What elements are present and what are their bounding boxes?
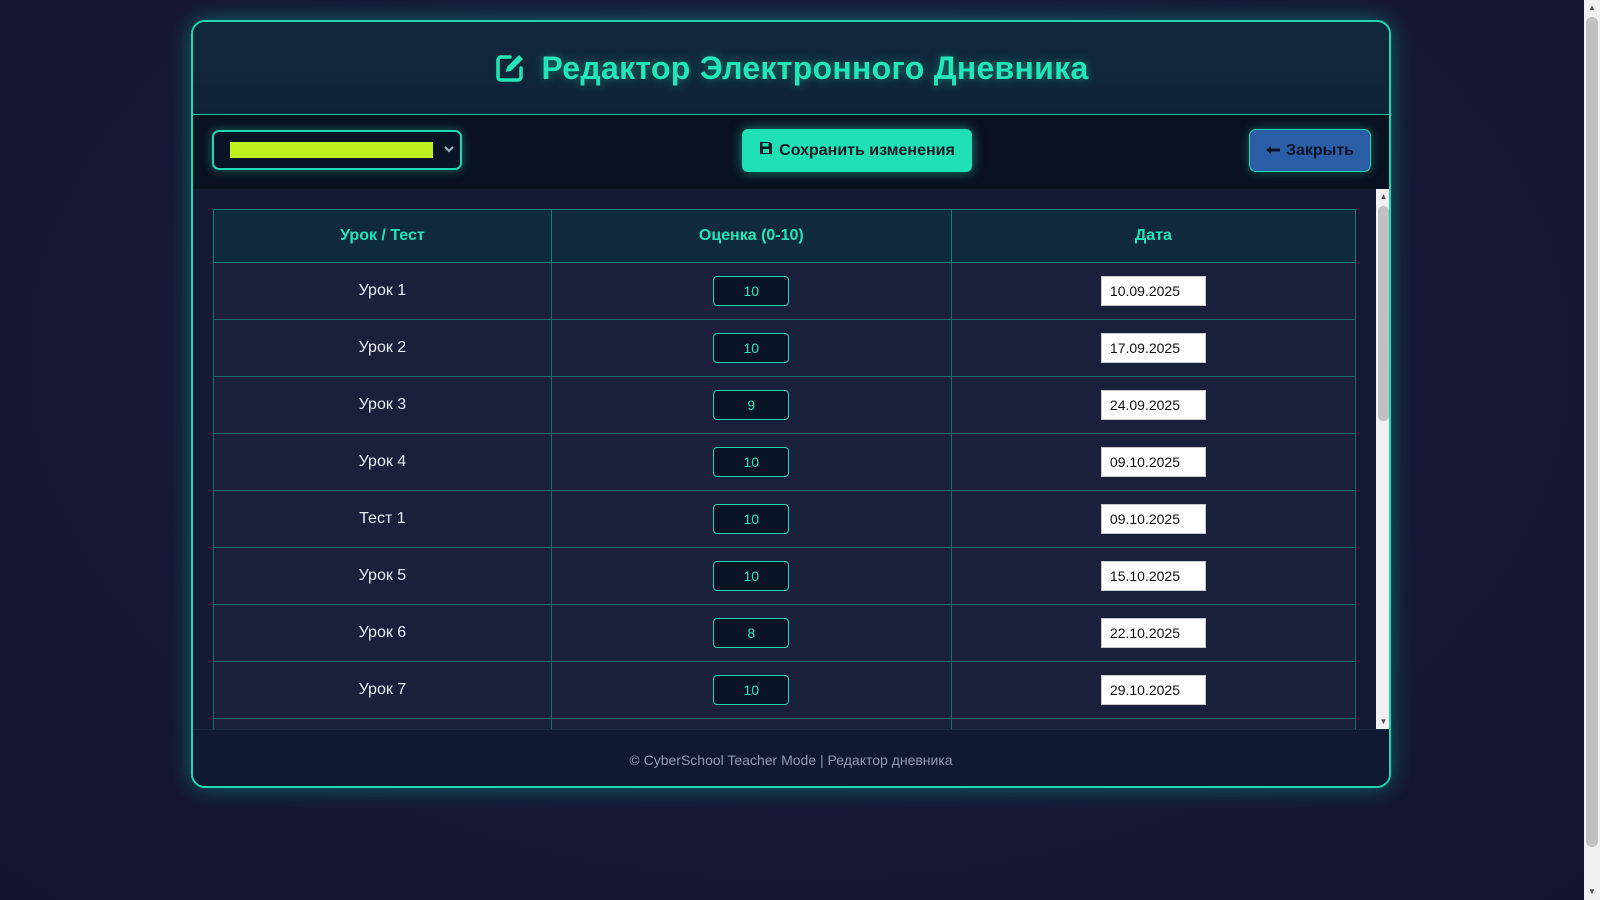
grade-input[interactable] bbox=[713, 333, 790, 363]
date-cell bbox=[950, 547, 1357, 605]
grade-input[interactable] bbox=[713, 276, 790, 306]
grades-table-scroll-area[interactable]: Урок / Тест Оценка (0-10) Дата Урок 1 Ур… bbox=[193, 189, 1389, 729]
student-select-value bbox=[230, 142, 433, 158]
close-button[interactable]: Закрыть bbox=[1249, 129, 1371, 172]
date-cell bbox=[950, 319, 1357, 377]
toolbar: Сохранить изменения Закрыть bbox=[193, 115, 1389, 189]
date-input[interactable] bbox=[1100, 276, 1206, 306]
page-title: Редактор Электронного Дневника bbox=[541, 49, 1089, 86]
date-cell bbox=[950, 490, 1357, 548]
lesson-cell: Урок 1 bbox=[213, 262, 552, 320]
grade-input[interactable] bbox=[713, 675, 790, 705]
page-scrollbar-thumb[interactable] bbox=[1586, 17, 1598, 847]
scroll-down-icon[interactable]: ▼ bbox=[1584, 884, 1600, 900]
lesson-cell bbox=[213, 718, 552, 729]
grade-cell bbox=[550, 376, 952, 434]
date-input[interactable] bbox=[1100, 618, 1206, 648]
table-row: Урок 6 bbox=[213, 604, 1357, 662]
page-scrollbar[interactable]: ▲ ▼ bbox=[1584, 0, 1600, 900]
chevron-down-icon bbox=[444, 144, 454, 157]
table-row: Урок 4 bbox=[213, 433, 1357, 491]
date-input[interactable] bbox=[1100, 447, 1206, 477]
table-row: Урок 3 bbox=[213, 376, 1357, 434]
table-header-row: Урок / Тест Оценка (0-10) Дата bbox=[213, 209, 1357, 263]
editor-header: Редактор Электронного Дневника bbox=[193, 22, 1389, 115]
floppy-disk-icon bbox=[759, 141, 773, 160]
date-input[interactable] bbox=[1100, 333, 1206, 363]
lesson-cell: Урок 6 bbox=[213, 604, 552, 662]
grade-cell bbox=[550, 604, 952, 662]
grade-cell bbox=[550, 661, 952, 719]
lesson-cell: Урок 4 bbox=[213, 433, 552, 491]
grade-input[interactable] bbox=[713, 561, 790, 591]
grade-cell bbox=[550, 319, 952, 377]
table-scrollbar[interactable]: ▲ ▼ bbox=[1376, 189, 1389, 729]
grades-table: Урок / Тест Оценка (0-10) Дата Урок 1 Ур… bbox=[213, 209, 1357, 729]
save-button[interactable]: Сохранить изменения bbox=[742, 129, 972, 172]
save-button-label: Сохранить изменения bbox=[779, 141, 955, 159]
table-scrollbar-thumb[interactable] bbox=[1378, 206, 1389, 421]
grade-cell bbox=[550, 433, 952, 491]
student-select[interactable] bbox=[212, 130, 462, 170]
table-row: Урок 1 bbox=[213, 262, 1357, 320]
lesson-cell: Урок 7 bbox=[213, 661, 552, 719]
date-input[interactable] bbox=[1100, 390, 1206, 420]
lesson-cell: Урок 5 bbox=[213, 547, 552, 605]
lesson-cell: Урок 3 bbox=[213, 376, 552, 434]
lesson-cell: Урок 2 bbox=[213, 319, 552, 377]
date-cell bbox=[950, 604, 1357, 662]
column-header-grade: Оценка (0-10) bbox=[550, 209, 952, 263]
grade-input[interactable] bbox=[713, 390, 790, 420]
date-cell bbox=[950, 262, 1357, 320]
table-row: Урок 2 bbox=[213, 319, 1357, 377]
column-header-lesson: Урок / Тест bbox=[213, 209, 552, 263]
scroll-up-icon[interactable]: ▲ bbox=[1376, 189, 1389, 204]
scroll-down-icon[interactable]: ▼ bbox=[1376, 714, 1389, 729]
edit-icon bbox=[493, 51, 527, 85]
grade-cell bbox=[550, 490, 952, 548]
diary-editor-panel: Редактор Электронного Дневника Сохранить… bbox=[191, 20, 1391, 788]
arrow-left-icon bbox=[1265, 142, 1280, 160]
grade-input[interactable] bbox=[713, 504, 790, 534]
date-cell bbox=[950, 433, 1357, 491]
grade-cell bbox=[550, 262, 952, 320]
date-input[interactable] bbox=[1100, 561, 1206, 591]
footer: © CyberSchool Teacher Mode | Редактор дн… bbox=[193, 729, 1389, 786]
table-row: Урок 5 bbox=[213, 547, 1357, 605]
grade-cell bbox=[550, 718, 952, 729]
date-input[interactable] bbox=[1100, 675, 1206, 705]
table-row: Тест 1 bbox=[213, 490, 1357, 548]
date-cell bbox=[950, 718, 1357, 729]
grade-cell bbox=[550, 547, 952, 605]
column-header-date: Дата bbox=[950, 209, 1357, 263]
table-row bbox=[213, 718, 1357, 729]
lesson-cell: Тест 1 bbox=[213, 490, 552, 548]
footer-text: © CyberSchool Teacher Mode | Редактор дн… bbox=[629, 751, 953, 768]
grade-input[interactable] bbox=[713, 447, 790, 477]
scroll-up-icon[interactable]: ▲ bbox=[1584, 0, 1600, 16]
table-row: Урок 7 bbox=[213, 661, 1357, 719]
close-button-label: Закрыть bbox=[1285, 141, 1355, 159]
date-cell bbox=[950, 376, 1357, 434]
grade-input[interactable] bbox=[713, 618, 790, 648]
date-cell bbox=[950, 661, 1357, 719]
date-input[interactable] bbox=[1100, 504, 1206, 534]
